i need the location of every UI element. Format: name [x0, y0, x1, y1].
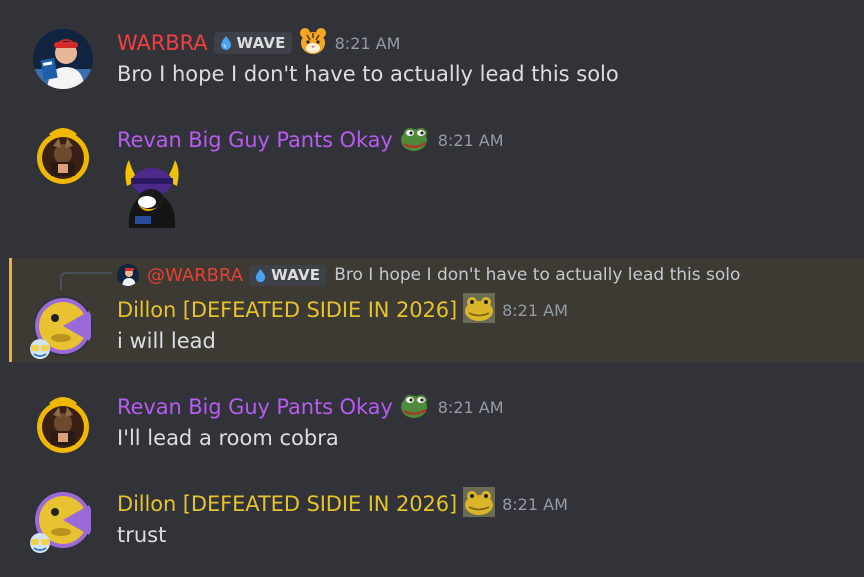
pepe-frog-icon	[399, 390, 431, 424]
username[interactable]: WARBRA	[117, 31, 208, 55]
water-drop-icon	[220, 36, 231, 50]
timestamp: 8:21 AM	[437, 130, 504, 150]
message-text: Bro I hope I don't have to actually lead…	[117, 62, 619, 86]
timestamp: 8:21 AM	[502, 300, 568, 320]
message-text: I'll lead a room cobra	[117, 426, 339, 450]
avatar[interactable]	[33, 393, 93, 453]
status-sticker	[28, 532, 52, 554]
chat-message-list: WARBRA WAVE 8:21 AM Bro I hope I don't h…	[0, 0, 864, 577]
timestamp: 8:21 AM	[334, 33, 401, 53]
username[interactable]: Dillon [DEFEATED SIDIE IN 2026]	[117, 298, 457, 322]
username[interactable]: Revan Big Guy Pants Okay	[117, 128, 393, 152]
tiger-face-icon	[298, 27, 328, 59]
username[interactable]: Dillon [DEFEATED SIDIE IN 2026]	[117, 492, 457, 516]
reply-mention[interactable]: @WARBRA	[147, 265, 243, 286]
server-tag-label: WAVE	[271, 266, 321, 284]
reply-connector	[60, 272, 112, 290]
water-drop-icon	[255, 268, 266, 282]
username[interactable]: Revan Big Guy Pants Okay	[117, 395, 393, 419]
pepe-frog-icon	[399, 123, 431, 157]
timestamp: 8:21 AM	[437, 397, 504, 417]
message-text: i will lead	[117, 329, 216, 353]
avatar[interactable]	[33, 29, 93, 89]
yellow-frog-icon	[463, 293, 496, 327]
reply-text: Bro I hope I don't have to actually lead…	[334, 265, 741, 285]
reply-avatar	[117, 264, 139, 286]
timestamp: 8:21 AM	[502, 494, 568, 514]
server-tag[interactable]: WAVE	[213, 32, 292, 54]
message-text: trust	[117, 523, 167, 547]
server-tag[interactable]: WAVE	[249, 264, 327, 286]
yellow-frog-icon	[463, 487, 496, 521]
server-tag-label: WAVE	[236, 34, 286, 52]
reply-preview[interactable]: @WARBRA WAVE Bro I hope I don't have to …	[117, 263, 740, 287]
avatar[interactable]	[33, 124, 93, 184]
penguin-viking-sticker[interactable]	[117, 158, 187, 230]
status-sticker	[28, 338, 52, 360]
